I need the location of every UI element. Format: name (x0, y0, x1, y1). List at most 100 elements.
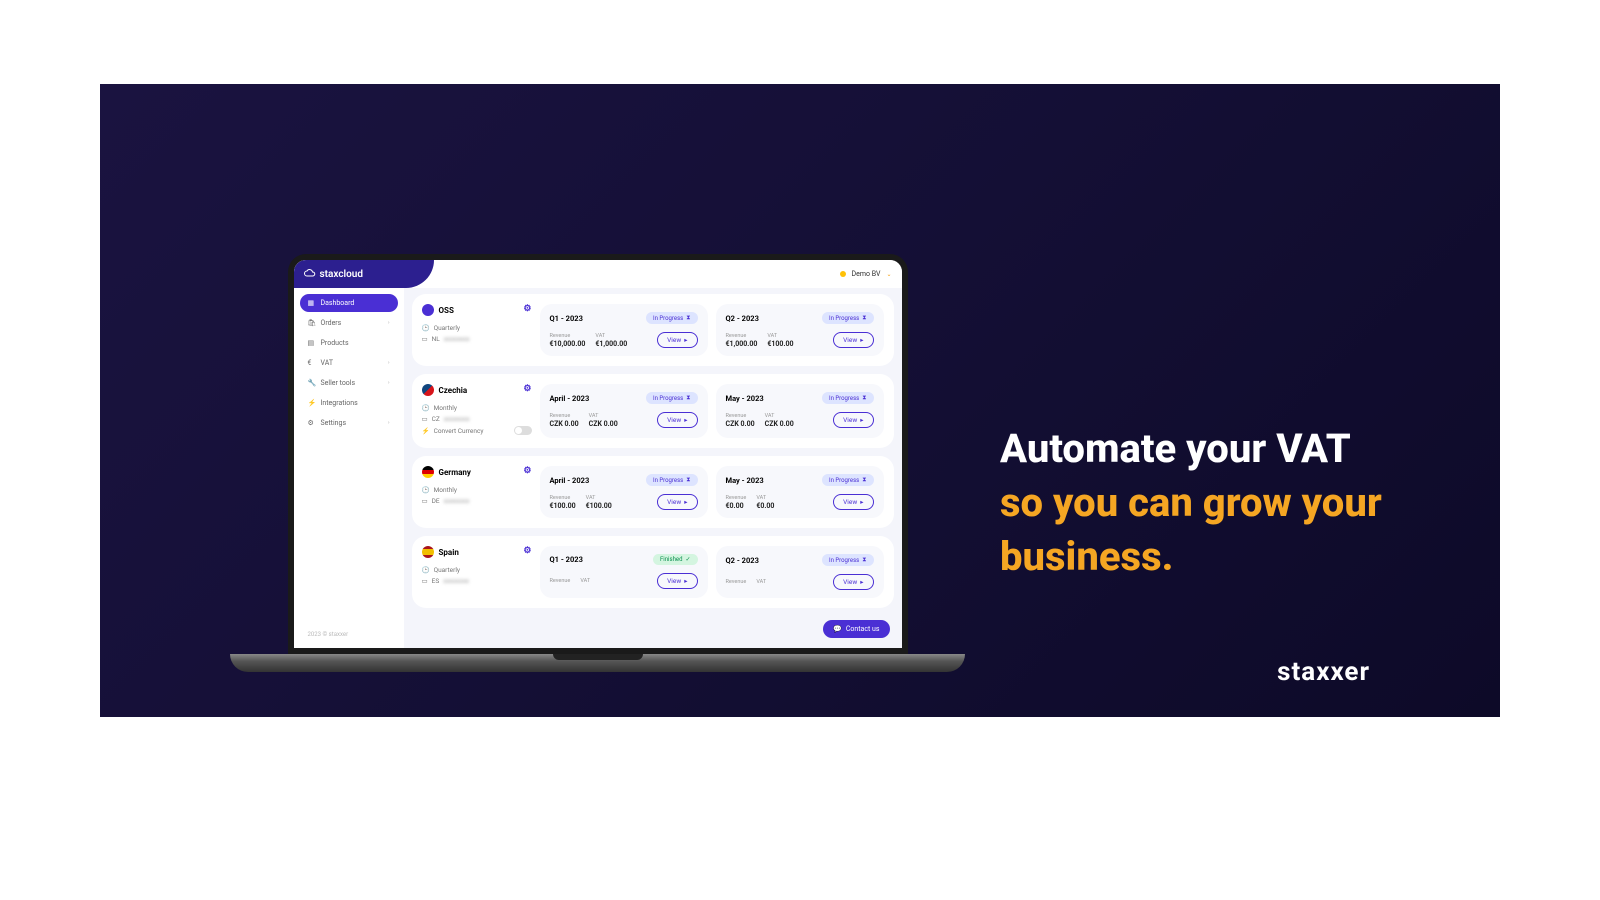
status-badge: In Progress ⧗ (646, 392, 698, 404)
vat-stat: VATCZK 0.00 (765, 413, 794, 428)
frequency-row: 🕒Monthly (422, 486, 532, 494)
revenue-value: €1,000.00 (726, 340, 758, 348)
gear-icon[interactable]: ⚙ (523, 546, 531, 556)
view-button[interactable]: View ▸ (657, 494, 697, 510)
account-switcher[interactable]: Demo BV ⌄ (840, 270, 892, 278)
region-spain: Spain ⚙ 🕒Quarterly ▭ESxxxxxxxx Q1 - 2023… (412, 536, 894, 608)
account-name: Demo BV (852, 270, 881, 278)
period-title: Q1 - 2023 (550, 314, 583, 323)
nav-icon: 🛍 (308, 319, 316, 327)
sidebar-item-dashboard[interactable]: ▦Dashboard (300, 294, 398, 312)
nav-label: Orders (321, 319, 342, 327)
period-stats: Revenue€100.00 VAT€100.00 View ▸ (550, 494, 698, 510)
status-badge: In Progress ⧗ (822, 474, 874, 486)
period-title: Q2 - 2023 (726, 314, 759, 323)
region-germany: Germany ⚙ 🕒Monthly ▭DExxxxxxxx April - 2… (412, 456, 894, 528)
period-card: April - 2023In Progress ⧗ Revenue€100.00… (540, 466, 708, 518)
region-info: Spain ⚙ 🕒Quarterly ▭ESxxxxxxxx (422, 546, 532, 598)
status-dot-icon (840, 271, 846, 277)
period-stats: RevenueCZK 0.00 VATCZK 0.00 View ▸ (550, 412, 698, 428)
nav-icon: ▤ (308, 339, 316, 347)
view-button[interactable]: View ▸ (657, 332, 697, 348)
vat-label: VAT (595, 333, 627, 339)
frequency-label: Monthly (434, 404, 457, 412)
period-header: Q2 - 2023In Progress ⧗ (726, 554, 874, 566)
period-title: Q1 - 2023 (550, 555, 583, 564)
country-row: ▭ESxxxxxxxx (422, 577, 532, 585)
period-card: May - 2023In Progress ⧗ RevenueCZK 0.00 … (716, 384, 884, 438)
contact-us-button[interactable]: 💬 Contact us (823, 620, 889, 638)
hourglass-icon: ⧗ (686, 314, 690, 322)
arrow-right-icon: ▸ (860, 336, 863, 344)
view-button[interactable]: View ▸ (657, 573, 697, 589)
masked-text: xxxxxxxx (444, 335, 470, 343)
frequency-label: Monthly (434, 486, 457, 494)
period-card: Q2 - 2023In Progress ⧗ Revenue€1,000.00 … (716, 304, 884, 356)
nav-label: Settings (321, 419, 347, 427)
view-button[interactable]: View ▸ (657, 412, 697, 428)
periods-container: April - 2023In Progress ⧗ Revenue€100.00… (540, 466, 884, 518)
vat-value: €100.00 (767, 340, 793, 348)
period-card: May - 2023In Progress ⧗ Revenue€0.00 VAT… (716, 466, 884, 518)
vat-label: VAT (767, 333, 793, 339)
headline-line1: Automate your VAT (1000, 425, 1351, 472)
hero-headline: Automate your VAT so you can grow your b… (1000, 422, 1480, 584)
nav-label: Seller tools (321, 379, 356, 387)
sidebar-item-products[interactable]: ▤ Products (300, 334, 398, 352)
currency-toggle[interactable] (514, 426, 532, 435)
revenue-label: Revenue (726, 413, 755, 419)
check-icon: ✓ (685, 556, 690, 563)
status-badge: In Progress ⧗ (822, 554, 874, 566)
chevron-right-icon: › (388, 420, 390, 426)
gear-icon[interactable]: ⚙ (523, 384, 531, 394)
sidebar-item-integrations[interactable]: ⚡Integrations (300, 394, 398, 412)
revenue-label: Revenue (550, 578, 571, 584)
period-header: Q2 - 2023In Progress ⧗ (726, 312, 874, 324)
vat-stat: VAT (580, 578, 590, 585)
revenue-stat: Revenue€1,000.00 (726, 333, 758, 348)
vat-label: VAT (756, 495, 774, 501)
hourglass-icon: ⧗ (862, 476, 866, 484)
topbar: staxcloud Demo BV ⌄ (294, 260, 902, 288)
vat-label: VAT (756, 579, 766, 585)
vat-label: VAT (586, 495, 612, 501)
contact-label: Contact us (846, 625, 880, 633)
period-card: Q1 - 2023In Progress ⧗ Revenue€10,000.00… (540, 304, 708, 356)
vat-stat: VATCZK 0.00 (589, 413, 618, 428)
view-button[interactable]: View ▸ (833, 494, 873, 510)
region-header: Germany ⚙ (422, 466, 532, 478)
period-header: Q1 - 2023Finished ✓ (550, 554, 698, 565)
vat-value: €1,000.00 (595, 340, 627, 348)
view-button[interactable]: View ▸ (833, 574, 873, 590)
period-stats: Revenue€0.00 VAT€0.00 View ▸ (726, 494, 874, 510)
gear-icon[interactable]: ⚙ (523, 304, 531, 314)
nav-label: Integrations (321, 399, 358, 407)
vat-stat: VAT€100.00 (767, 333, 793, 348)
sidebar-item-vat[interactable]: €VAT› (300, 354, 398, 372)
arrow-right-icon: ▸ (860, 416, 863, 424)
masked-text: xxxxxxxx (444, 497, 470, 505)
nav-icon: ⚙ (308, 419, 316, 427)
sidebar-item-orders[interactable]: 🛍Orders› (300, 314, 398, 332)
revenue-stat: RevenueCZK 0.00 (550, 413, 579, 428)
brand-wordmark: staxxer (1277, 657, 1370, 687)
status-badge: In Progress ⧗ (646, 312, 698, 324)
gear-icon[interactable]: ⚙ (523, 466, 531, 476)
sidebar-item-settings[interactable]: ⚙ Settings › (300, 414, 398, 432)
hero-panel: staxcloud Demo BV ⌄ ▦Dashboard 🛍 Orders › ▤ P… (100, 84, 1500, 717)
country-code: ES (432, 577, 440, 585)
hourglass-icon: ⧗ (862, 314, 866, 322)
nav-label: Products (321, 339, 349, 347)
revenue-label: Revenue (550, 495, 576, 501)
nav-label: Dashboard (321, 299, 355, 307)
revenue-label: Revenue (726, 495, 747, 501)
country-row: ▭DExxxxxxxx (422, 497, 532, 505)
sidebar-item-seller-tools[interactable]: 🔧Seller tools› (300, 374, 398, 392)
period-stats: RevenueCZK 0.00 VATCZK 0.00 View ▸ (726, 412, 874, 428)
vat-stat: VAT€100.00 (586, 495, 612, 510)
view-button[interactable]: View ▸ (833, 412, 873, 428)
flag-icon (422, 304, 434, 316)
country-row: ▭CZxxxxxxxx (422, 415, 532, 423)
card-icon: ▭ (422, 415, 428, 423)
view-button[interactable]: View ▸ (833, 332, 873, 348)
